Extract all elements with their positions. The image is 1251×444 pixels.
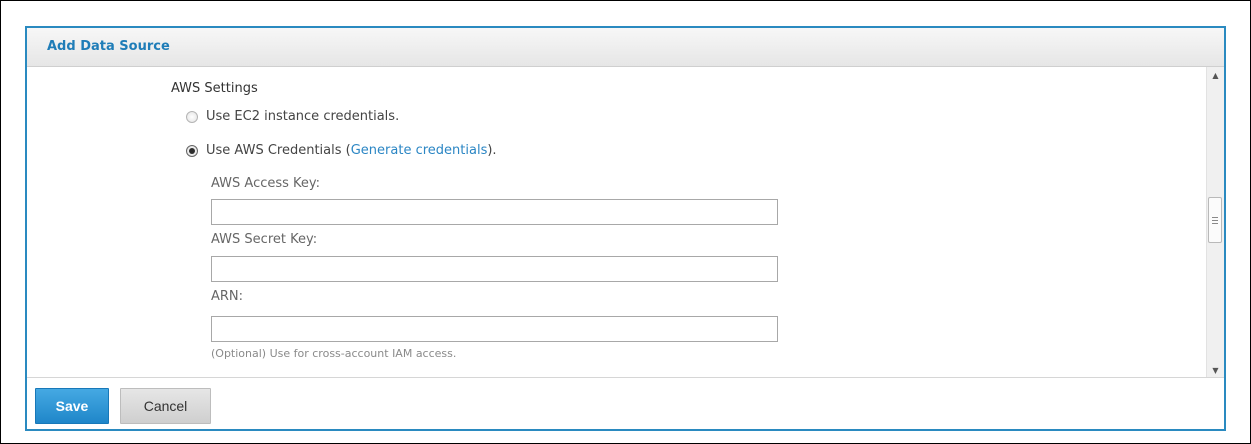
arn-input[interactable] bbox=[211, 316, 778, 342]
aws-access-key-input[interactable] bbox=[211, 199, 778, 225]
ec2-credentials-option[interactable]: Use EC2 instance credentials. bbox=[186, 109, 486, 127]
aws-access-key-label: AWS Access Key: bbox=[211, 176, 321, 191]
grip-line bbox=[1212, 220, 1218, 221]
aws-settings-heading: AWS Settings bbox=[171, 81, 258, 96]
arn-hint: (Optional) Use for cross-account IAM acc… bbox=[211, 347, 457, 360]
aws-credentials-label-suffix: ). bbox=[487, 143, 497, 158]
aws-secret-key-label: AWS Secret Key: bbox=[211, 232, 318, 247]
dialog-body: AWS Settings Use EC2 instance credential… bbox=[27, 67, 1224, 379]
dialog-header: Add Data Source bbox=[27, 28, 1224, 67]
add-data-source-dialog: Add Data Source AWS Settings Use EC2 ins… bbox=[25, 26, 1226, 431]
grip-line bbox=[1212, 223, 1218, 224]
aws-credentials-label: Use AWS Credentials (Generate credential… bbox=[206, 143, 497, 158]
aws-credentials-option[interactable]: Use AWS Credentials (Generate credential… bbox=[186, 143, 586, 161]
aws-credentials-label-prefix: Use AWS Credentials ( bbox=[206, 143, 351, 158]
vertical-scrollbar[interactable]: ▲ ▼ bbox=[1206, 67, 1224, 379]
dialog-footer: Save Cancel bbox=[27, 377, 1224, 429]
aws-credentials-radio[interactable] bbox=[186, 145, 198, 157]
ec2-credentials-label: Use EC2 instance credentials. bbox=[206, 109, 400, 124]
aws-secret-key-input[interactable] bbox=[211, 256, 778, 282]
cancel-button[interactable]: Cancel bbox=[120, 388, 211, 424]
arn-label: ARN: bbox=[211, 289, 244, 304]
save-button[interactable]: Save bbox=[35, 388, 109, 424]
generate-credentials-link[interactable]: Generate credentials bbox=[351, 143, 488, 158]
dialog-title: Add Data Source bbox=[47, 39, 170, 54]
scroll-thumb[interactable] bbox=[1208, 197, 1222, 243]
ec2-credentials-radio[interactable] bbox=[186, 111, 198, 123]
grip-lines-icon bbox=[1212, 217, 1218, 218]
scroll-up-arrow-icon[interactable]: ▲ bbox=[1207, 67, 1224, 84]
